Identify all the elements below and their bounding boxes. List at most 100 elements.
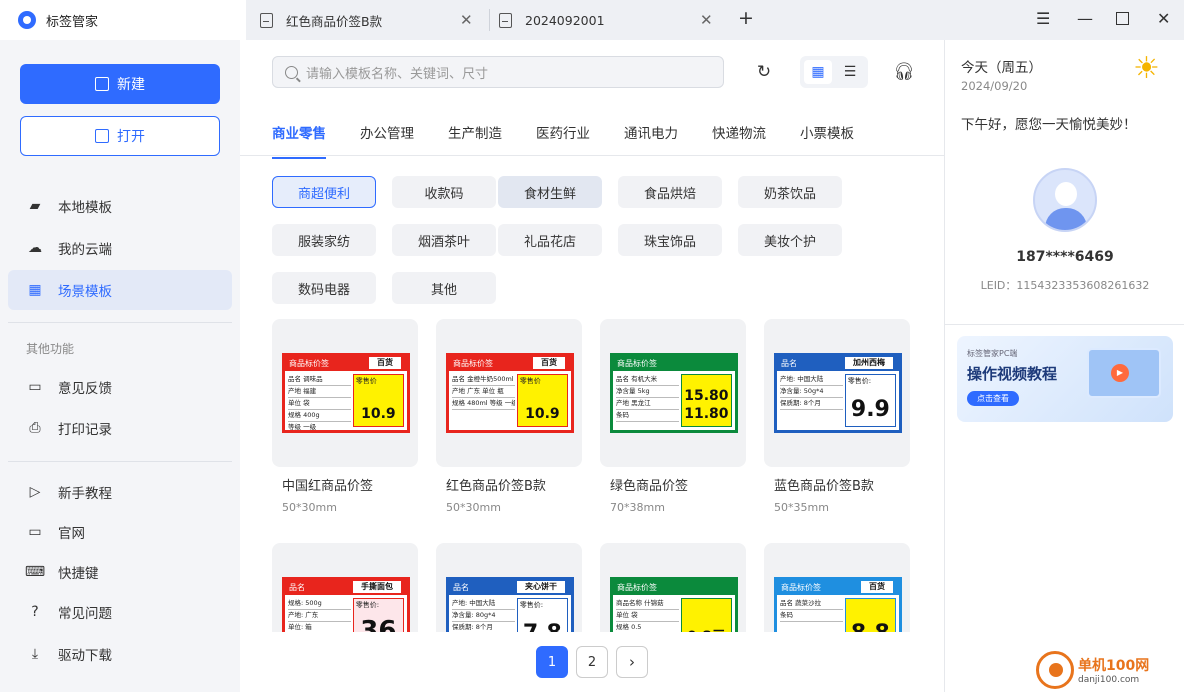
tab-receipt[interactable]: 小票模板 [800, 122, 854, 142]
chevron-right-icon[interactable]: › [616, 646, 648, 678]
template-thumbnail[interactable]: 品名 手撕面包 规格: 500g 产地: 广东 单位: 箱零售价: 36 [272, 543, 418, 632]
feedback-icon: ▭ [28, 379, 42, 395]
close-tab-icon[interactable]: ✕ [700, 11, 713, 29]
chip-filter[interactable]: 食材生鲜 [498, 176, 602, 208]
template-card[interactable]: 品名 手撕面包 规格: 500g 产地: 广东 单位: 箱零售价: 36 [272, 543, 418, 632]
label-row: 品名 有机大米 [616, 374, 680, 386]
tab-document-2[interactable]: 2024092001 [499, 0, 605, 40]
search-input[interactable]: 请输入模板名称、关键词、尺寸 [272, 56, 724, 88]
tab-telecom[interactable]: 通讯电力 [624, 122, 678, 142]
label-header-value: 夹心饼干 [517, 581, 565, 593]
sidebar-item-label: 官网 [58, 526, 85, 542]
page-2-button[interactable]: 2 [576, 646, 608, 678]
avatar-head [1055, 182, 1077, 206]
template-size: 50*35mm [774, 501, 829, 514]
chip-filter[interactable]: 奶茶饮品 [738, 176, 842, 208]
headset-icon[interactable]: 🎧︎ [890, 60, 918, 84]
template-card[interactable]: 商品标价签 品名 有机大米 净含量 5kg 产地 黑龙江 条码 15.80 11.80 绿色商… [600, 319, 746, 514]
sidebar-item-cloud[interactable]: ☁ 我的云端 [8, 228, 232, 268]
page-1-button[interactable]: 1 [536, 646, 568, 678]
price-label-preview: 品名夹心饼干产地: 中国大陆净含量: 80g*4保质期: 8个月零售价:7.8 [446, 577, 574, 632]
add-tab-icon[interactable]: + [738, 7, 754, 29]
refresh-icon[interactable]: ↻ [750, 60, 778, 84]
chip-filter[interactable]: 商超便利 [272, 176, 376, 208]
template-thumbnail[interactable]: 商品标价签 品名 有机大米 净含量 5kg 产地 黑龙江 条码 15.80 11.80 [600, 319, 746, 467]
tab-logistics[interactable]: 快递物流 [712, 122, 766, 142]
template-card[interactable]: 商品标价签 百货品名 蔬菜沙拉条码8.8 [764, 543, 910, 632]
tab-office[interactable]: 办公管理 [360, 122, 414, 142]
template-name: 中国红商品价签 [282, 479, 374, 494]
open-button-label: 打开 [117, 129, 145, 145]
chip-filter[interactable]: 食品烘焙 [618, 176, 722, 208]
avatar[interactable] [1033, 168, 1097, 232]
template-thumbnail[interactable]: 商品标价签 百货品名 蔬菜沙拉条码8.8 [764, 543, 910, 632]
template-card[interactable]: 商品标价签商品名称 什锦菇单位 袋规格 0.50.8元 [600, 543, 746, 632]
template-card[interactable]: 商品标价签 百货 品名 金橙牛奶500ml 产地 广东 单位 瓶规格 480ml 等级… [436, 319, 582, 514]
label-row: 商品名称 什锦菇 [616, 598, 680, 610]
label-header: 商品标价签 百货 [285, 356, 407, 371]
video-tutorial-banner[interactable]: 标签管家PC端 操作视频教程 点击查看 ▶ [957, 336, 1173, 422]
sidebar-item-shortcuts[interactable]: ⌨ 快捷键 [8, 552, 232, 592]
document-icon [260, 12, 273, 28]
tab-medical[interactable]: 医药行业 [536, 122, 590, 142]
search-icon [285, 65, 298, 79]
chip-filter[interactable]: 礼品花店 [498, 224, 602, 256]
template-thumbnail[interactable]: 品名 加州西梅 产地: 中国大陆 净含量: 50g*4 保质期: 8个月 零售价: 9.9 [764, 319, 910, 467]
cloud-icon: ☁ [28, 240, 42, 256]
chip-filter[interactable]: 美妆个护 [738, 224, 842, 256]
label-header-value: 加州西梅 [845, 357, 893, 369]
label-header-value: 百货 [861, 581, 893, 593]
template-card[interactable]: 商品标价签 百货 品名 调味品 产地 福建 单位 袋规格 400g 等级 一级 零售价 10.… [272, 319, 418, 514]
sidebar-item-local-templates[interactable]: ▰ 本地模板 [8, 186, 232, 226]
question-icon: ? [31, 604, 39, 620]
search-placeholder: 请输入模板名称、关键词、尺寸 [306, 66, 489, 82]
chip-filter[interactable]: 服装家纺 [272, 224, 376, 256]
label-row: 规格 400g [288, 410, 352, 422]
price-label-preview: 商品标价签 百货 品名 调味品 产地 福建 单位 袋规格 400g 等级 一级 零售价 10.… [282, 353, 410, 433]
label-rows: 规格: 500g 产地: 广东 单位: 箱 [288, 598, 352, 632]
sidebar-item-driver-download[interactable]: ⤓ 驱动下载 [8, 634, 232, 674]
price-label-preview: 品名 加州西梅 产地: 中国大陆 净含量: 50g*4 保质期: 8个月 零售价: 9.9 [774, 353, 902, 433]
template-thumbnail[interactable]: 商品标价签商品名称 什锦菇单位 袋规格 0.50.8元 [600, 543, 746, 632]
sidebar-item-scene-templates[interactable]: ▦ 场景模板 [8, 270, 232, 310]
template-thumbnail[interactable]: 商品标价签 百货 品名 金橙牛奶500ml 产地 广东 单位 瓶规格 480ml 等级… [436, 319, 582, 467]
template-thumbnail[interactable]: 商品标价签 百货 品名 调味品 产地 福建 单位 袋规格 400g 等级 一级 零售价 10.… [272, 319, 418, 467]
maximize-icon[interactable] [1116, 12, 1129, 25]
chip-filter[interactable]: 数码电器 [272, 272, 376, 304]
app-tab[interactable]: 标签管家 [0, 0, 246, 40]
tab-document-1[interactable]: 红色商品价签B款 [260, 0, 382, 40]
grid-view-icon[interactable]: ▦ [804, 60, 832, 84]
tab-manufacturing[interactable]: 生产制造 [448, 122, 502, 142]
close-icon[interactable]: ✕ [1157, 9, 1170, 28]
sidebar-item-tutorial[interactable]: ▷ 新手教程 [8, 472, 232, 512]
menu-icon[interactable]: ☰ [1036, 9, 1050, 28]
chip-filter[interactable]: 烟酒茶叶 [392, 224, 496, 256]
sidebar-item-feedback[interactable]: ▭ 意见反馈 [8, 367, 232, 407]
template-card[interactable]: 品名 加州西梅 产地: 中国大陆 净含量: 50g*4 保质期: 8个月 零售价: 9.9 蓝… [764, 319, 910, 514]
folder-open-icon [95, 129, 109, 143]
label-row: 产地: 中国大陆 [452, 598, 516, 610]
tab-retail[interactable]: 商业零售 [272, 122, 326, 159]
label-row: 净含量: 80g*4 [452, 610, 516, 622]
label-rows: 品名 调味品 产地 福建 单位 袋规格 400g 等级 一级 [288, 374, 352, 430]
price-label-preview: 商品标价签 品名 有机大米 净含量 5kg 产地 黑龙江 条码 15.80 11.80 [610, 353, 738, 433]
sidebar-item-faq[interactable]: ? 常见问题 [8, 592, 232, 632]
banner-button[interactable]: 点击查看 [967, 391, 1019, 406]
minimize-icon[interactable]: — [1077, 9, 1093, 28]
sidebar-item-website[interactable]: ▭ 官网 [8, 512, 232, 552]
close-tab-icon[interactable]: ✕ [460, 11, 473, 29]
template-card[interactable]: 品名夹心饼干产地: 中国大陆净含量: 80g*4保质期: 8个月零售价:7.8 [436, 543, 582, 632]
open-button[interactable]: 打开 [20, 116, 220, 156]
chip-filter[interactable]: 珠宝饰品 [618, 224, 722, 256]
new-button[interactable]: 新建 [20, 64, 220, 104]
price-value: 7.8 [518, 621, 567, 632]
play-icon: ▶ [1111, 364, 1129, 382]
sidebar-item-print-history[interactable]: ⎙ 打印记录 [8, 408, 232, 448]
chip-filter[interactable]: 其他 [392, 272, 496, 304]
list-view-icon[interactable]: ☰ [836, 60, 864, 84]
price-box: 8.8 [844, 598, 896, 632]
title-bar: 标签管家 红色商品价签B款 ✕ 2024092001 ✕ + ☰ — ✕ [0, 0, 1184, 40]
chip-filter[interactable]: 收款码 [392, 176, 496, 208]
template-thumbnail[interactable]: 品名夹心饼干产地: 中国大陆净含量: 80g*4保质期: 8个月零售价:7.8 [436, 543, 582, 632]
label-row: 品名 金橙牛奶500ml [452, 374, 516, 386]
